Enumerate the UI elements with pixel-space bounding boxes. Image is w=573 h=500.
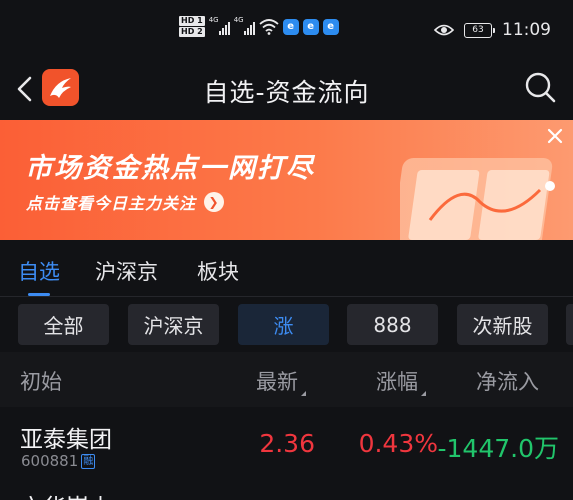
battery-icon: 63 <box>464 22 495 38</box>
table-row[interactable]: 亚泰集团 600881 融 2.36 0.43% -1447.0万 <box>0 407 573 487</box>
filter-shanghai-shenzhen-beijing[interactable]: 沪深京 <box>128 304 219 345</box>
net-inflow: -1447.0万 <box>437 434 560 463</box>
hd1-label: HD 1 <box>179 16 205 26</box>
filter-rising[interactable]: 涨 <box>238 304 329 345</box>
status-left-icons: HD 1 HD 2 4G 4G e e e <box>179 16 339 37</box>
stock-name-partial: 六华嵩山 <box>20 490 120 500</box>
wifi-icon <box>259 18 279 35</box>
sort-icon <box>301 391 306 396</box>
filter-chips: 全部 沪深京 涨 888 次新股 <box>0 298 573 352</box>
table-header: 初始 最新 涨幅 净流入 <box>0 352 573 407</box>
column-header-change[interactable]: 涨幅 <box>376 366 426 396</box>
banner-headline: 市场资金热点一网打尽 <box>25 153 315 184</box>
filter-more-partial[interactable] <box>566 304 573 345</box>
arrow-right-icon: ❯ <box>204 192 225 212</box>
hd2-label: HD 2 <box>179 27 205 37</box>
notification-app-icon-2: e <box>302 18 319 35</box>
network-label-2: 4G <box>233 15 244 24</box>
title-bar: 自选-资金流向 <box>0 62 573 120</box>
change-percent: 0.43% <box>358 429 438 458</box>
column-header-initial-label: 初始 <box>20 370 62 394</box>
column-header-change-label: 涨幅 <box>376 370 418 394</box>
tab-sectors[interactable]: 板块 <box>197 256 239 286</box>
active-tab-indicator <box>28 293 50 296</box>
sort-icon <box>421 391 426 396</box>
promo-banner[interactable]: 市场资金热点一网打尽 点击查看今日主力关注 ❯ <box>0 120 573 240</box>
status-bar: HD 1 HD 2 4G 4G e e e 63 11:09 <box>0 0 573 62</box>
column-header-initial[interactable]: 初始 <box>20 366 62 396</box>
margin-badge: 融 <box>81 453 96 469</box>
signal-icon-2: 4G <box>233 15 255 35</box>
chart-illustration-icon <box>400 158 555 240</box>
close-icon[interactable] <box>541 122 569 150</box>
column-header-net-inflow-label: 净流入 <box>476 370 539 394</box>
column-header-net-inflow[interactable]: 净流入 <box>476 366 539 396</box>
column-header-latest-label: 最新 <box>256 370 298 394</box>
notification-app-icon-3: e <box>322 18 339 35</box>
stock-code: 600881 <box>21 452 79 470</box>
stock-code-group: 600881 融 <box>21 452 96 470</box>
search-icon[interactable] <box>523 70 557 104</box>
signal-icon-1: 4G <box>208 15 230 35</box>
stock-name: 亚泰集团 <box>20 427 112 453</box>
network-label-1: 4G <box>208 15 219 24</box>
tab-shanghai-shenzhen-beijing[interactable]: 沪深京 <box>95 256 158 286</box>
filter-888[interactable]: 888 <box>347 304 438 345</box>
tab-watchlist[interactable]: 自选 <box>18 256 60 286</box>
market-tabs: 自选 沪深京 板块 <box>0 240 573 297</box>
page-title: 自选-资金流向 <box>203 78 370 107</box>
filter-all[interactable]: 全部 <box>18 304 109 345</box>
hd-indicator: HD 1 HD 2 <box>179 16 205 37</box>
banner-subline-text: 点击查看今日主力关注 <box>26 194 197 213</box>
filter-new-stocks[interactable]: 次新股 <box>457 304 548 345</box>
notification-app-icon-1: e <box>282 18 299 35</box>
banner-subline[interactable]: 点击查看今日主力关注 ❯ <box>26 190 225 214</box>
eye-comfort-icon <box>434 24 454 36</box>
column-header-latest[interactable]: 最新 <box>256 366 306 396</box>
clock: 11:09 <box>502 20 551 40</box>
table-row-partial[interactable]: 六华嵩山 <box>20 490 120 500</box>
latest-price: 2.36 <box>259 429 315 458</box>
status-right-icons: 63 11:09 <box>434 20 551 40</box>
